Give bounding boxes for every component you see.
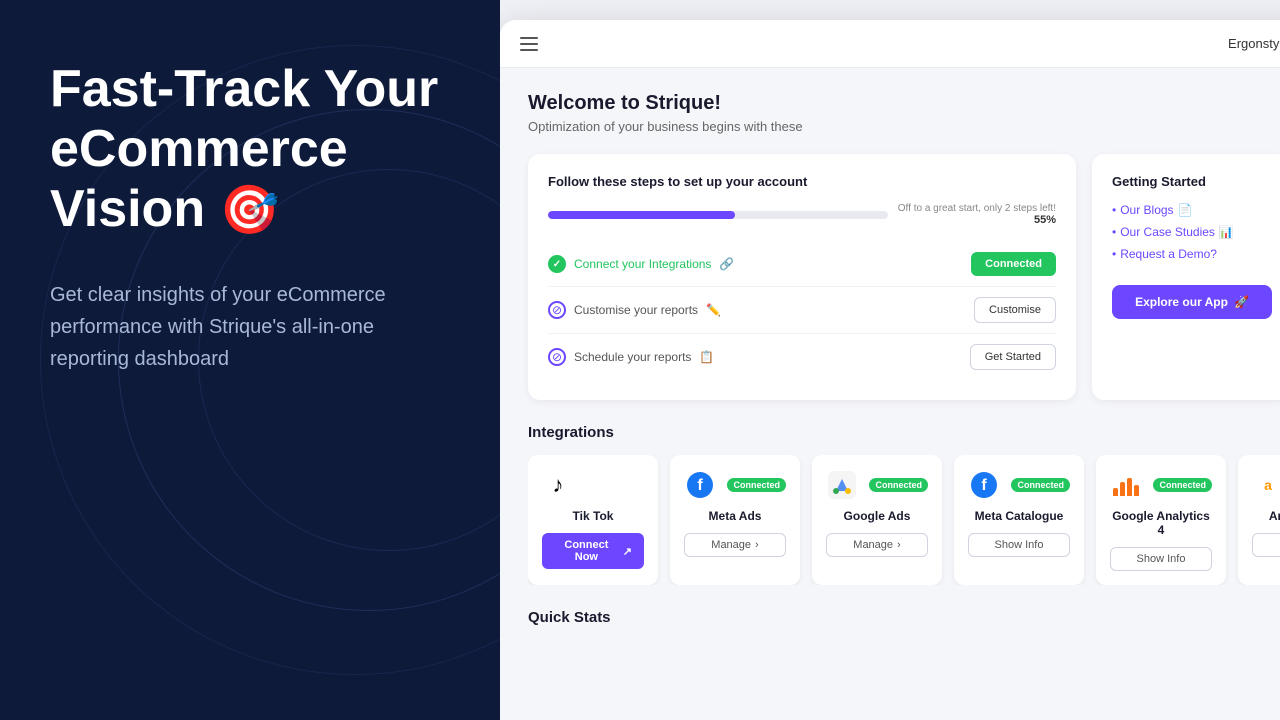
getting-started-card: Getting Started Our Blogs 📄 Our Case Stu…: [1092, 154, 1280, 400]
integration-meta-catalogue-header: f Connected: [968, 469, 1070, 501]
amazon-action-button[interactable]: Show: [1252, 533, 1280, 557]
tiktok-connect-button[interactable]: Connect Now ↗: [542, 533, 644, 569]
integration-card-meta-catalogue: f Connected Meta Catalogue Show Info: [954, 455, 1084, 585]
meta-ads-manage-button[interactable]: Manage ›: [684, 533, 786, 557]
ga4-logo: [1110, 469, 1142, 501]
integration-card-tiktok: ♪ Tik Tok Connect Now ↗: [528, 455, 658, 585]
menu-icon[interactable]: [520, 37, 538, 51]
setup-card-title: Follow these steps to set up your accoun…: [548, 174, 1056, 189]
meta-ads-connected-badge: Connected: [727, 478, 786, 492]
right-panel: Ergonstyle ▾ Welcome to Strique! Optimiz…: [500, 0, 1280, 720]
welcome-subtitle: Optimization of your business begins wit…: [528, 119, 1280, 134]
hero-panel: Fast-Track Your eCommerce Vision 🎯 Get c…: [0, 0, 500, 720]
integration-card-amazon: a Amazon A... Show: [1238, 455, 1280, 585]
meta-catalogue-name: Meta Catalogue: [975, 509, 1064, 523]
step-2-label: Customise your reports: [574, 303, 698, 317]
gs-link-blogs[interactable]: Our Blogs 📄: [1112, 203, 1272, 217]
google-ads-connected-badge: Connected: [869, 478, 928, 492]
arrow-icon: ↗: [623, 545, 632, 558]
hero-subtitle: Get clear insights of your eCommerce per…: [50, 279, 450, 375]
integration-google-ads-header: Connected: [826, 469, 928, 501]
amazon-logo: a: [1252, 469, 1280, 501]
amazon-name: Amazon A...: [1269, 509, 1280, 523]
integration-amazon-header: a: [1252, 469, 1280, 501]
analytics-bars-icon: [1113, 474, 1139, 496]
tiktok-logo: ♪: [542, 469, 574, 501]
quick-stats-title: Quick Stats: [528, 609, 1280, 626]
brand-name: Ergonstyle: [1228, 36, 1280, 51]
gs-title: Getting Started: [1112, 174, 1272, 189]
integration-meta-ads-header: f Connected: [684, 469, 786, 501]
integration-tiktok-header: ♪: [542, 469, 644, 501]
welcome-title: Welcome to Strique!: [528, 92, 1280, 115]
meta-ads-logo: f: [684, 469, 716, 501]
step-3-left: Schedule your reports 📋: [548, 348, 714, 366]
step-1-label: Connect your Integrations: [574, 257, 711, 271]
integration-card-meta-ads: f Connected Meta Ads Manage ›: [670, 455, 800, 585]
setup-card: Follow these steps to set up your accoun…: [528, 154, 1076, 400]
setup-step-1: Connect your Integrations 🔗 Connected: [548, 242, 1056, 287]
meta-catalogue-connected-badge: Connected: [1011, 478, 1070, 492]
integrations-row: ♪ Tik Tok Connect Now ↗: [528, 455, 1280, 585]
tiktok-name: Tik Tok: [573, 509, 614, 523]
ga4-info-button[interactable]: Show Info: [1110, 547, 1212, 571]
step-2-action-button[interactable]: Customise: [974, 297, 1056, 323]
hero-title: Fast-Track Your eCommerce Vision 🎯: [50, 60, 450, 239]
step-2-check-icon: [548, 301, 566, 319]
step-2-left: Customise your reports ✏️: [548, 301, 721, 319]
progress-fill: [548, 211, 735, 219]
step-1-action-button[interactable]: Connected: [971, 252, 1056, 276]
topbar-brand-area: Ergonstyle ▾: [1228, 36, 1280, 52]
google-ads-name: Google Ads: [844, 509, 911, 523]
google-ads-logo: [826, 469, 858, 501]
progress-info: Off to a great start, only 2 steps left!…: [898, 203, 1056, 226]
progress-bar-row: Off to a great start, only 2 steps left!…: [548, 203, 1056, 226]
gs-link-demo[interactable]: Request a Demo?: [1112, 247, 1272, 261]
meta-catalogue-info-button[interactable]: Show Info: [968, 533, 1070, 557]
integrations-title: Integrations: [528, 424, 1280, 441]
svg-text:f: f: [981, 477, 987, 494]
step-1-left: Connect your Integrations 🔗: [548, 255, 734, 273]
setup-step-2: Customise your reports ✏️ Customise: [548, 287, 1056, 334]
integration-card-google-ads: Connected Google Ads Manage ›: [812, 455, 942, 585]
step-1-check-icon: [548, 255, 566, 273]
step-3-action-button[interactable]: Get Started: [970, 344, 1056, 370]
progress-pct: 55%: [1034, 214, 1056, 226]
ga4-connected-badge: Connected: [1153, 478, 1212, 492]
setup-row: Follow these steps to set up your accoun…: [528, 154, 1280, 400]
progress-hint: Off to a great start, only 2 steps left!: [898, 203, 1056, 214]
setup-step-3: Schedule your reports 📋 Get Started: [548, 334, 1056, 380]
integration-card-ga4: Connected Google Analytics 4 Show Info: [1096, 455, 1226, 585]
ga4-name: Google Analytics 4: [1110, 509, 1212, 537]
meta-catalogue-logo: f: [968, 469, 1000, 501]
step-3-label: Schedule your reports: [574, 350, 691, 364]
topbar: Ergonstyle ▾: [500, 20, 1280, 68]
chevron-right-icon: ›: [755, 539, 759, 551]
gs-link-case-studies[interactable]: Our Case Studies 📊: [1112, 225, 1272, 239]
chevron-right-icon: ›: [897, 539, 901, 551]
dashboard-window: Ergonstyle ▾ Welcome to Strique! Optimiz…: [500, 20, 1280, 720]
step-3-check-icon: [548, 348, 566, 366]
svg-text:f: f: [697, 477, 703, 494]
main-content: Welcome to Strique! Optimization of your…: [500, 68, 1280, 720]
google-ads-manage-button[interactable]: Manage ›: [826, 533, 928, 557]
integration-ga4-header: Connected: [1110, 469, 1212, 501]
hero-emoji: 🎯: [220, 184, 280, 237]
rocket-icon: 🚀: [1234, 295, 1249, 309]
progress-track: [548, 211, 888, 219]
explore-app-button[interactable]: Explore our App 🚀: [1112, 285, 1272, 319]
meta-ads-name: Meta Ads: [709, 509, 762, 523]
